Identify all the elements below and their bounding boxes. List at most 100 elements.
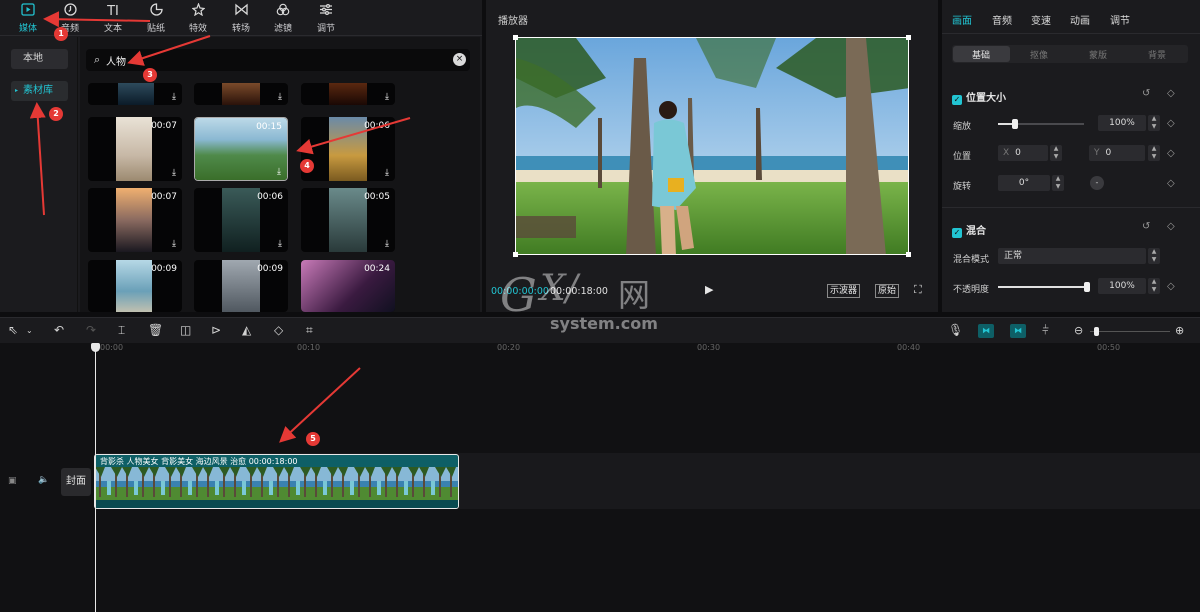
zoom-slider-knob[interactable] <box>1094 327 1099 336</box>
fullscreen-icon[interactable]: ⛶ <box>914 283 922 297</box>
keyframe-icon[interactable]: ◇ <box>1167 221 1175 232</box>
download-icon[interactable]: ⤓ <box>172 92 176 102</box>
scale-field[interactable]: 100% <box>1098 115 1146 131</box>
track-lock-icon[interactable]: ▣ <box>8 476 17 486</box>
tab-effects[interactable]: 特效 <box>178 2 218 35</box>
select-cursor-icon[interactable]: ⇖ <box>8 323 18 337</box>
download-icon[interactable]: ⤓ <box>172 239 176 249</box>
keyframe-icon[interactable]: ◇ <box>1167 148 1175 159</box>
tab-text[interactable]: TI 文本 <box>93 3 133 35</box>
keyframe-icon[interactable]: ◇ <box>1167 88 1175 99</box>
media-thumb[interactable]: 00:07 ⤓ <box>88 188 182 252</box>
opacity-slider-knob[interactable] <box>1084 282 1090 292</box>
search-input[interactable]: ⌕ 人物 × <box>86 49 470 71</box>
download-icon[interactable]: ⤓ <box>385 92 389 102</box>
playhead[interactable] <box>95 343 96 612</box>
opacity-slider[interactable] <box>998 282 1090 292</box>
scale-stepper[interactable]: ▲ ▼ <box>1148 115 1160 131</box>
media-thumb[interactable]: 00:09 <box>88 260 182 312</box>
tab-filter[interactable]: 滤镜 <box>263 3 303 35</box>
download-icon[interactable]: ⤓ <box>385 239 389 249</box>
checkbox-icon[interactable]: ✓ <box>952 95 962 105</box>
media-thumb-selected[interactable]: 00:15 ⤓ <box>194 117 288 181</box>
section-blend[interactable]: ✓ 混合 <box>952 222 986 238</box>
section-position-size[interactable]: ✓ 位置大小 <box>952 89 1006 105</box>
position-x-field[interactable]: X0 <box>998 145 1048 161</box>
scale-slider[interactable] <box>998 119 1084 129</box>
preview-axis-icon[interactable]: ⫩ <box>1042 323 1049 338</box>
tab-prop-adjust[interactable]: 调节 <box>1110 12 1130 27</box>
video-preview[interactable] <box>515 37 909 255</box>
download-icon[interactable]: ⤓ <box>278 92 282 102</box>
reverse-icon[interactable]: ⊳ <box>211 323 221 337</box>
rotate-icon[interactable]: ◇ <box>274 323 283 337</box>
media-thumb[interactable]: ⤓ <box>88 83 182 105</box>
microphone-icon[interactable]: 🎙 <box>948 323 963 337</box>
undo-icon[interactable]: ↶ <box>54 323 64 337</box>
zoom-out-icon[interactable]: ⊖ <box>1074 324 1083 337</box>
redo-icon[interactable]: ↷ <box>86 323 96 337</box>
media-thumb[interactable]: 00:09 <box>194 260 288 312</box>
time-ruler[interactable]: 00:00 00:10 00:20 00:30 00:40 00:50 <box>0 343 1200 355</box>
subtab-background[interactable]: 背景 <box>1148 48 1166 61</box>
reset-icon[interactable]: ↺ <box>1142 221 1150 232</box>
mirror-icon[interactable]: ◭ <box>242 323 251 337</box>
magnet-snap-icon[interactable]: ⧓ <box>978 324 994 338</box>
tab-media[interactable]: 媒体 <box>8 3 48 35</box>
media-thumb[interactable]: 00:24 <box>301 260 395 312</box>
media-thumb[interactable]: ⤓ <box>301 83 395 105</box>
opacity-field[interactable]: 100% <box>1098 278 1146 294</box>
tab-picture[interactable]: 画面 <box>952 12 972 27</box>
subtab-basic[interactable]: 基础 <box>972 48 990 61</box>
download-icon[interactable]: ⤓ <box>278 239 282 249</box>
cover-button[interactable]: 封面 <box>61 468 91 496</box>
scope-button[interactable]: 示波器 <box>827 284 861 298</box>
clear-icon[interactable]: × <box>453 53 466 66</box>
keyframe-icon[interactable]: ◇ <box>1167 281 1175 292</box>
playhead-handle[interactable] <box>91 343 100 352</box>
tab-speed[interactable]: 变速 <box>1031 12 1051 27</box>
download-icon[interactable]: ⤓ <box>172 168 176 178</box>
media-thumb[interactable]: 00:07 ⤓ <box>88 117 182 181</box>
position-x-stepper[interactable]: ▲ ▼ <box>1050 145 1062 161</box>
blend-mode-stepper[interactable]: ▲ ▼ <box>1148 248 1160 264</box>
zoom-in-icon[interactable]: ⊕ <box>1175 324 1184 337</box>
tab-animation[interactable]: 动画 <box>1070 12 1090 27</box>
rotate-field[interactable]: 0° <box>998 175 1050 191</box>
original-ratio-button[interactable]: 原始 <box>875 284 900 298</box>
reset-icon[interactable]: ↺ <box>1142 88 1150 99</box>
position-y-stepper[interactable]: ▲ ▼ <box>1148 145 1160 161</box>
download-icon[interactable]: ⤓ <box>277 167 281 177</box>
zoom-slider[interactable] <box>1090 327 1170 336</box>
play-icon[interactable]: ▶ <box>705 283 713 296</box>
speaker-icon[interactable]: 🔈 <box>38 475 49 485</box>
keyframe-icon[interactable]: ◇ <box>1167 178 1175 189</box>
tab-adjust[interactable]: 调节 <box>306 3 346 35</box>
scale-slider-knob[interactable] <box>1012 119 1019 129</box>
video-clip[interactable]: 背影杀 人物美女 背影美女 海边风景 治愈 00:00:18:00 <box>94 454 459 509</box>
opacity-stepper[interactable]: ▲ ▼ <box>1148 278 1160 294</box>
checkbox-icon[interactable]: ✓ <box>952 228 962 238</box>
side-item-local[interactable]: 本地 <box>11 49 68 69</box>
chevron-down-icon[interactable]: ⌄ <box>26 326 33 335</box>
subtab-keying[interactable]: 抠像 <box>1030 48 1048 61</box>
tab-sticker[interactable]: 贴纸 <box>136 3 176 35</box>
crop-icon[interactable]: ⌗ <box>306 323 313 338</box>
keyframe-icon[interactable]: ◇ <box>1167 118 1175 129</box>
media-thumb[interactable]: ⤓ <box>194 83 288 105</box>
rotate-dial[interactable]: - <box>1090 176 1104 190</box>
side-item-library[interactable]: ▸ 素材库 <box>11 81 68 101</box>
split-icon[interactable]: ⌶ <box>118 323 125 338</box>
media-thumb[interactable]: 00:06 ⤓ <box>301 117 395 181</box>
media-thumb[interactable]: 00:05 ⤓ <box>301 188 395 252</box>
blend-mode-select[interactable]: 正常 <box>998 248 1146 264</box>
subtab-mask[interactable]: 蒙版 <box>1089 48 1107 61</box>
media-thumb[interactable]: 00:06 ⤓ <box>194 188 288 252</box>
tab-transition[interactable]: 转场 <box>221 3 261 35</box>
rotate-stepper[interactable]: ▲ ▼ <box>1052 175 1064 191</box>
tab-prop-audio[interactable]: 音频 <box>992 12 1012 27</box>
position-y-field[interactable]: Y0 <box>1089 145 1145 161</box>
download-icon[interactable]: ⤓ <box>385 168 389 178</box>
freeze-icon[interactable]: ◫ <box>180 323 191 337</box>
delete-icon[interactable]: 🗑 <box>148 323 163 337</box>
